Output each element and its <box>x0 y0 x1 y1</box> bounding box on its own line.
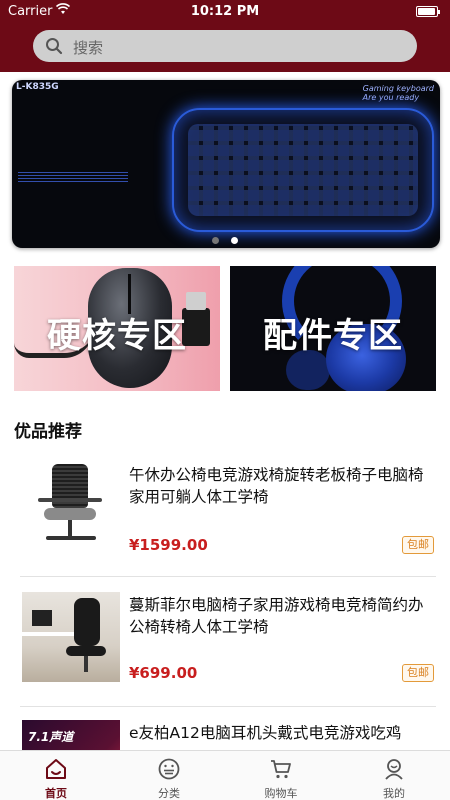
free-shipping-badge: 包邮 <box>402 664 434 682</box>
profile-icon <box>385 759 403 780</box>
banner-carousel[interactable]: L-K835G Gaming keyboard Are you ready <box>12 80 440 248</box>
search-input[interactable]: 搜索 <box>73 37 103 58</box>
zone-label: 硬核专区 <box>47 316 187 356</box>
tab-label: 首页 <box>45 787 67 800</box>
product-title[interactable]: 午休办公椅电竞游戏椅旋转老板椅子电脑椅家用可躺人体工学椅 <box>129 464 429 508</box>
product-thumbnail <box>22 460 120 550</box>
clock: 10:12 PM <box>190 4 260 19</box>
tab-profile[interactable]: 我的 <box>338 751 450 800</box>
keyboard-keys <box>188 124 418 216</box>
status-bar: Carrier 10:12 PM <box>0 0 450 24</box>
divider <box>20 576 436 577</box>
battery-icon <box>416 6 440 17</box>
product-thumbnail: 7.1声道 <box>22 720 120 750</box>
banner-brand-text: Gaming keyboard Are you ready <box>362 84 434 102</box>
tab-label: 我的 <box>383 787 405 800</box>
app-header: Carrier 10:12 PM 搜索 <box>0 0 450 72</box>
banner-feature-lines <box>18 170 128 184</box>
carousel-dot[interactable] <box>212 237 219 244</box>
zone-accessories[interactable]: 配件专区 <box>230 266 436 391</box>
tab-label: 分类 <box>158 787 180 800</box>
tab-cart[interactable]: 购物车 <box>225 751 337 800</box>
product-price: ¥699.00 <box>129 664 198 682</box>
bottom-tab-bar: 首页 分类 购物车 我的 <box>0 750 450 800</box>
product-thumbnail-text: 7.1声道 <box>28 730 74 744</box>
search-bar[interactable]: 搜索 <box>33 30 417 62</box>
carousel-dot-active[interactable] <box>231 237 238 244</box>
banner-model-text: L-K835G <box>16 82 59 92</box>
tab-category[interactable]: 分类 <box>113 751 225 800</box>
divider <box>20 706 436 707</box>
section-title: 优品推荐 <box>14 422 82 442</box>
category-icon <box>158 758 180 780</box>
product-item[interactable]: 午休办公椅电竞游戏椅旋转老板椅子电脑椅家用可躺人体工学椅 ¥1599.00 包邮 <box>0 452 450 572</box>
product-title[interactable]: e友柏A12电脑耳机头戴式电竞游戏吃鸡 <box>129 722 429 744</box>
zone-label: 配件专区 <box>263 316 403 356</box>
search-icon <box>46 38 63 55</box>
zone-hardcore[interactable]: 硬核专区 <box>14 266 220 391</box>
product-thumbnail <box>22 592 120 682</box>
carousel-indicator <box>212 229 250 248</box>
tab-label: 购物车 <box>264 787 298 800</box>
product-item[interactable]: 7.1声道 e友柏A12电脑耳机头戴式电竞游戏吃鸡 <box>0 714 450 750</box>
cart-icon <box>271 760 291 779</box>
tab-home[interactable]: 首页 <box>0 751 112 800</box>
product-price: ¥1599.00 <box>129 536 208 554</box>
product-item[interactable]: 蔓斯菲尔电脑椅子家用游戏椅电竞椅简约办公椅转椅人体工学椅 ¥699.00 包邮 <box>0 584 450 704</box>
free-shipping-badge: 包邮 <box>402 536 434 554</box>
home-icon <box>46 759 66 779</box>
product-title[interactable]: 蔓斯菲尔电脑椅子家用游戏椅电竞椅简约办公椅转椅人体工学椅 <box>129 594 429 638</box>
